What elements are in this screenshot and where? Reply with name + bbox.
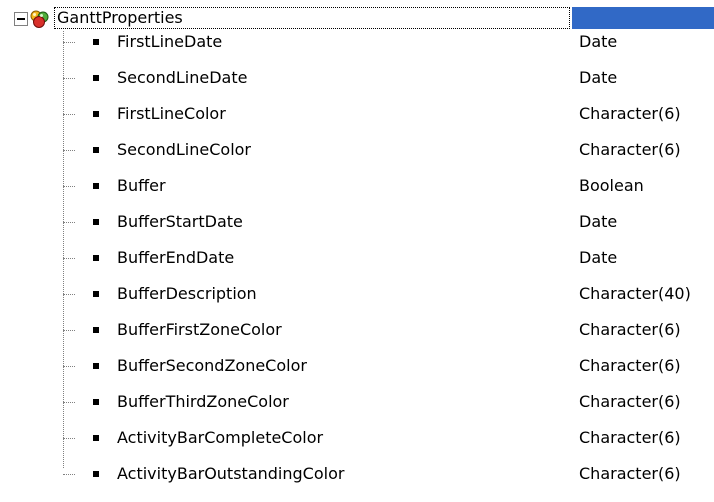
property-bullet-icon bbox=[93, 39, 99, 45]
property-row[interactable]: ActivityBarCompleteColor Character(6) bbox=[0, 420, 714, 456]
property-name[interactable]: BufferFirstZoneColor bbox=[117, 312, 282, 348]
property-type[interactable]: Character(6) bbox=[579, 132, 681, 168]
properties-tree: GanttProperties FirstLineDate Date SecondL… bbox=[0, 0, 714, 502]
property-name[interactable]: SecondLineDate bbox=[117, 60, 247, 96]
tree-branch-line bbox=[63, 402, 75, 403]
property-row[interactable]: BufferSecondZoneColor Character(6) bbox=[0, 348, 714, 384]
tree-branch-line bbox=[63, 330, 75, 331]
tree-branch-line bbox=[63, 78, 75, 79]
property-type[interactable]: Date bbox=[579, 60, 617, 96]
tree-branch-line bbox=[63, 294, 75, 295]
property-name[interactable]: BufferDescription bbox=[117, 276, 257, 312]
property-type[interactable]: Character(6) bbox=[579, 348, 681, 384]
property-row[interactable]: BufferDescription Character(40) bbox=[0, 276, 714, 312]
property-type[interactable]: Boolean bbox=[579, 168, 644, 204]
property-type[interactable]: Character(6) bbox=[579, 384, 681, 420]
property-bullet-icon bbox=[93, 111, 99, 117]
tree-branch-line bbox=[63, 186, 75, 187]
property-name[interactable]: Buffer bbox=[117, 168, 166, 204]
property-type[interactable]: Character(40) bbox=[579, 276, 691, 312]
property-row[interactable]: FirstLineColor Character(6) bbox=[0, 96, 714, 132]
tree-branch-line bbox=[63, 258, 75, 259]
tree-branch-line bbox=[63, 114, 75, 115]
property-type[interactable]: Character(6) bbox=[579, 312, 681, 348]
property-name[interactable]: SecondLineColor bbox=[117, 132, 251, 168]
property-bullet-icon bbox=[93, 183, 99, 189]
property-row[interactable]: FirstLineDate Date bbox=[0, 24, 714, 60]
property-type[interactable]: Date bbox=[579, 24, 617, 60]
property-type[interactable]: Date bbox=[579, 204, 617, 240]
tree-branch-line bbox=[63, 438, 75, 439]
tree-branch-line bbox=[63, 366, 75, 367]
property-row[interactable]: BufferFirstZoneColor Character(6) bbox=[0, 312, 714, 348]
property-bullet-icon bbox=[93, 435, 99, 441]
property-name[interactable]: FirstLineDate bbox=[117, 24, 222, 60]
property-row[interactable]: BufferThirdZoneColor Character(6) bbox=[0, 384, 714, 420]
tree-branch-line bbox=[63, 150, 75, 151]
tree-branch-line bbox=[63, 42, 75, 43]
property-bullet-icon bbox=[93, 219, 99, 225]
property-name[interactable]: BufferSecondZoneColor bbox=[117, 348, 307, 384]
property-name[interactable]: ActivityBarOutstandingColor bbox=[117, 456, 344, 492]
property-bullet-icon bbox=[93, 255, 99, 261]
property-bullet-icon bbox=[93, 75, 99, 81]
property-type[interactable]: Character(6) bbox=[579, 420, 681, 456]
property-name[interactable]: BufferStartDate bbox=[117, 204, 243, 240]
property-bullet-icon bbox=[93, 291, 99, 297]
property-row[interactable]: ActivityBarOutstandingColor Character(6) bbox=[0, 456, 714, 492]
tree-branch-line bbox=[63, 222, 75, 223]
property-name[interactable]: BufferEndDate bbox=[117, 240, 234, 276]
property-type[interactable]: Date bbox=[579, 240, 617, 276]
property-row[interactable]: SecondLineColor Character(6) bbox=[0, 132, 714, 168]
property-row[interactable]: BufferEndDate Date bbox=[0, 240, 714, 276]
tree-branch-line bbox=[63, 474, 75, 475]
property-row[interactable]: SecondLineDate Date bbox=[0, 60, 714, 96]
property-type[interactable]: Character(6) bbox=[579, 96, 681, 132]
property-type[interactable]: Character(6) bbox=[579, 456, 681, 492]
property-name[interactable]: BufferThirdZoneColor bbox=[117, 384, 289, 420]
property-name[interactable]: FirstLineColor bbox=[117, 96, 226, 132]
property-row[interactable]: Buffer Boolean bbox=[0, 168, 714, 204]
property-bullet-icon bbox=[93, 363, 99, 369]
property-bullet-icon bbox=[93, 147, 99, 153]
property-bullet-icon bbox=[93, 471, 99, 477]
property-bullet-icon bbox=[93, 399, 99, 405]
property-bullet-icon bbox=[93, 327, 99, 333]
property-row[interactable]: BufferStartDate Date bbox=[0, 204, 714, 240]
property-name[interactable]: ActivityBarCompleteColor bbox=[117, 420, 323, 456]
